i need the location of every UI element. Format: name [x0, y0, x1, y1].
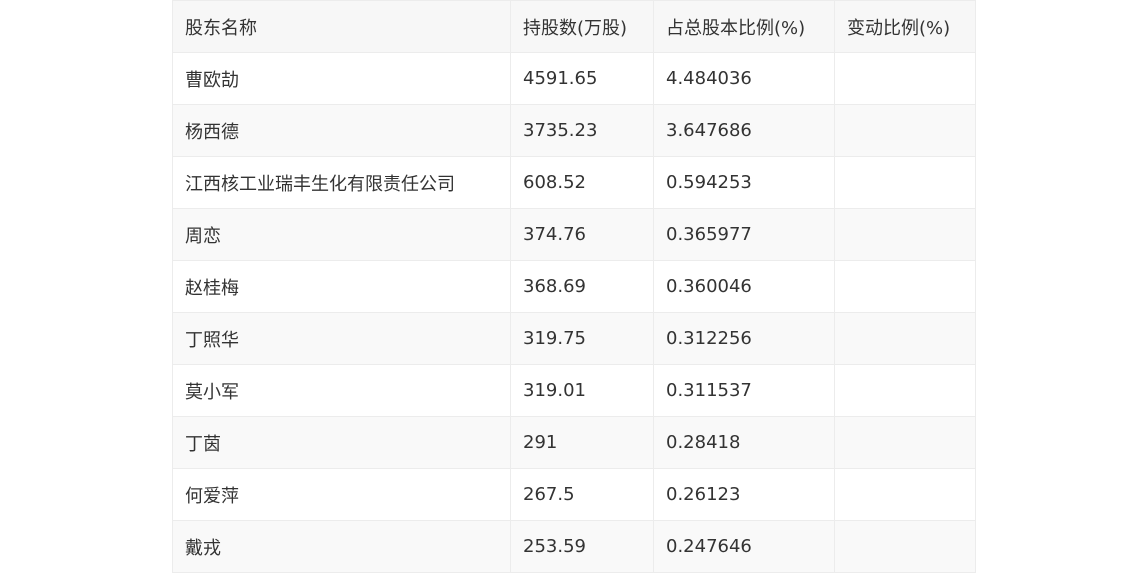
table-row: 丁茵 291 0.28418 — [172, 416, 976, 469]
table-row: 何爱萍 267.5 0.26123 — [172, 468, 976, 521]
shareholder-table-container: 股东名称 持股数(万股) 占总股本比例(%) 变动比例(%) 曹欧劼 4591.… — [172, 0, 976, 573]
cell-share-ratio: 0.26123 — [653, 468, 835, 521]
cell-change-ratio — [834, 468, 976, 521]
cell-share-ratio: 0.594253 — [653, 156, 835, 209]
cell-share-ratio: 0.312256 — [653, 312, 835, 365]
cell-shares-held: 291 — [510, 416, 654, 469]
cell-change-ratio — [834, 312, 976, 365]
cell-shares-held: 319.01 — [510, 364, 654, 417]
cell-shares-held: 319.75 — [510, 312, 654, 365]
cell-change-ratio — [834, 364, 976, 417]
cell-share-ratio: 0.311537 — [653, 364, 835, 417]
cell-shares-held: 608.52 — [510, 156, 654, 209]
table-row: 丁照华 319.75 0.312256 — [172, 312, 976, 365]
table-row: 戴戎 253.59 0.247646 — [172, 520, 976, 573]
table-row: 杨西德 3735.23 3.647686 — [172, 104, 976, 157]
cell-change-ratio — [834, 156, 976, 209]
header-shareholder-name: 股东名称 — [172, 0, 511, 53]
cell-share-ratio: 3.647686 — [653, 104, 835, 157]
header-share-ratio: 占总股本比例(%) — [653, 0, 835, 53]
cell-change-ratio — [834, 520, 976, 573]
table-row: 周恋 374.76 0.365977 — [172, 208, 976, 261]
cell-shareholder-name: 丁茵 — [172, 416, 511, 469]
cell-share-ratio: 0.365977 — [653, 208, 835, 261]
table-row: 江西核工业瑞丰生化有限责任公司 608.52 0.594253 — [172, 156, 976, 209]
cell-shareholder-name: 杨西德 — [172, 104, 511, 157]
cell-shares-held: 267.5 — [510, 468, 654, 521]
cell-share-ratio: 4.484036 — [653, 52, 835, 105]
cell-shareholder-name: 赵桂梅 — [172, 260, 511, 313]
cell-shareholder-name: 江西核工业瑞丰生化有限责任公司 — [172, 156, 511, 209]
table-header-row: 股东名称 持股数(万股) 占总股本比例(%) 变动比例(%) — [172, 0, 976, 53]
cell-change-ratio — [834, 52, 976, 105]
table-row: 赵桂梅 368.69 0.360046 — [172, 260, 976, 313]
cell-shares-held: 368.69 — [510, 260, 654, 313]
cell-share-ratio: 0.247646 — [653, 520, 835, 573]
cell-shareholder-name: 戴戎 — [172, 520, 511, 573]
cell-change-ratio — [834, 208, 976, 261]
cell-shareholder-name: 莫小军 — [172, 364, 511, 417]
header-change-ratio: 变动比例(%) — [834, 0, 976, 53]
table-row: 莫小军 319.01 0.311537 — [172, 364, 976, 417]
cell-shares-held: 3735.23 — [510, 104, 654, 157]
cell-share-ratio: 0.28418 — [653, 416, 835, 469]
cell-share-ratio: 0.360046 — [653, 260, 835, 313]
header-shares-held: 持股数(万股) — [510, 0, 654, 53]
cell-shares-held: 253.59 — [510, 520, 654, 573]
shareholder-table: 股东名称 持股数(万股) 占总股本比例(%) 变动比例(%) 曹欧劼 4591.… — [172, 0, 976, 573]
cell-change-ratio — [834, 260, 976, 313]
cell-change-ratio — [834, 416, 976, 469]
cell-shares-held: 4591.65 — [510, 52, 654, 105]
table-row: 曹欧劼 4591.65 4.484036 — [172, 52, 976, 105]
cell-shares-held: 374.76 — [510, 208, 654, 261]
cell-shareholder-name: 丁照华 — [172, 312, 511, 365]
cell-change-ratio — [834, 104, 976, 157]
cell-shareholder-name: 曹欧劼 — [172, 52, 511, 105]
cell-shareholder-name: 周恋 — [172, 208, 511, 261]
cell-shareholder-name: 何爱萍 — [172, 468, 511, 521]
